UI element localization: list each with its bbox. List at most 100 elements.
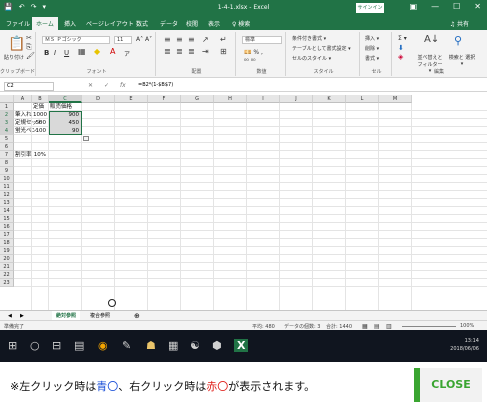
- minimize-icon[interactable]: —: [431, 2, 439, 11]
- cell-C1[interactable]: 販売価格: [50, 103, 81, 111]
- cell-A4[interactable]: 蛍光ペン: [15, 127, 37, 135]
- tab-page-layout[interactable]: ページレイアウト: [86, 19, 134, 28]
- format-cells-button[interactable]: 書式 ▾: [365, 55, 379, 62]
- app-icon-stamp[interactable]: ☗: [146, 339, 156, 352]
- phonetic-icon[interactable]: ア: [124, 49, 130, 58]
- maximize-icon[interactable]: ☐: [453, 2, 460, 11]
- row-header-8[interactable]: 8: [0, 159, 14, 167]
- cell-A7[interactable]: 割引率: [15, 151, 32, 159]
- autosum-button[interactable]: Σ ▾: [398, 35, 407, 42]
- cell-A3[interactable]: 定規セット: [15, 119, 43, 127]
- close-button[interactable]: CLOSE: [414, 368, 482, 402]
- row-header-5[interactable]: 5: [0, 135, 14, 143]
- column-header-C[interactable]: C: [49, 95, 82, 103]
- row-header-22[interactable]: 22: [0, 271, 14, 279]
- cell-A2[interactable]: 筆入れ: [15, 111, 32, 119]
- column-header-H[interactable]: H: [214, 95, 247, 103]
- formula-input[interactable]: =B2*(1-$B$7): [138, 82, 173, 89]
- decimal-buttons[interactable]: ⁰⁰ ⁰⁰: [244, 58, 256, 65]
- number-format-buttons[interactable]: 💴 % ,: [244, 49, 263, 56]
- bold-button[interactable]: B: [44, 49, 49, 57]
- copy-icon[interactable]: ⎘: [26, 43, 32, 52]
- column-header-A[interactable]: A: [14, 95, 32, 103]
- tab-review[interactable]: 校閲: [186, 19, 198, 28]
- row-header-3[interactable]: 3: [0, 119, 14, 127]
- tab-data[interactable]: データ: [160, 19, 178, 28]
- select-all-corner[interactable]: [0, 95, 14, 103]
- column-header-L[interactable]: L: [346, 95, 379, 103]
- row-header-18[interactable]: 18: [0, 239, 14, 247]
- row-header-20[interactable]: 20: [0, 255, 14, 263]
- column-header-B[interactable]: B: [32, 95, 49, 103]
- conditional-formatting-button[interactable]: 条件付き書式 ▾: [292, 35, 326, 42]
- clear-icon[interactable]: ◈: [398, 53, 403, 61]
- quick-analysis-icon[interactable]: [83, 136, 89, 141]
- view-page-layout-icon[interactable]: ▤: [374, 323, 380, 330]
- paste-icon[interactable]: 📋: [8, 36, 25, 52]
- align-middle-icon[interactable]: ≡: [176, 35, 183, 44]
- row-header-11[interactable]: 11: [0, 183, 14, 191]
- cell-styles-button[interactable]: セルのスタイル ▾: [292, 55, 331, 62]
- align-top-icon[interactable]: ≡: [164, 35, 171, 44]
- merge-center-icon[interactable]: ⊞: [220, 47, 227, 56]
- font-name-select[interactable]: ＭＳ Ｐゴシック: [42, 36, 110, 44]
- task-view-icon[interactable]: ⊟: [52, 339, 61, 352]
- row-header-21[interactable]: 21: [0, 263, 14, 271]
- cell-B4[interactable]: 100: [33, 127, 48, 135]
- cell-C2[interactable]: 900: [50, 111, 81, 119]
- column-header-F[interactable]: F: [148, 95, 181, 103]
- insert-function-icon[interactable]: fx: [120, 82, 126, 89]
- fill-icon[interactable]: ⬇: [398, 44, 404, 52]
- chrome-icon[interactable]: ◉: [98, 339, 108, 352]
- wrap-text-icon[interactable]: ↵: [220, 35, 227, 44]
- column-header-E[interactable]: E: [115, 95, 148, 103]
- format-as-table-button[interactable]: テーブルとして書式設定 ▾: [292, 45, 351, 52]
- align-center-icon[interactable]: ≣: [176, 47, 183, 56]
- cancel-icon[interactable]: ✕: [88, 82, 93, 89]
- cell-C3[interactable]: 450: [50, 119, 81, 127]
- tab-file[interactable]: ファイル: [6, 19, 30, 28]
- app-icon-symbol[interactable]: ☯: [190, 339, 200, 352]
- orientation-icon[interactable]: ↗: [202, 35, 209, 44]
- row-header-9[interactable]: 9: [0, 167, 14, 175]
- search-icon[interactable]: ○: [30, 339, 40, 352]
- cell-B2[interactable]: 1000: [33, 111, 48, 119]
- view-page-break-icon[interactable]: ▥: [386, 323, 392, 330]
- column-header-D[interactable]: D: [82, 95, 115, 103]
- row-header-16[interactable]: 16: [0, 223, 14, 231]
- column-header-G[interactable]: G: [181, 95, 214, 103]
- cell-B3[interactable]: 500: [33, 119, 48, 127]
- row-header-12[interactable]: 12: [0, 191, 14, 199]
- ribbon-display-icon[interactable]: ▣: [410, 2, 418, 11]
- excel-taskbar-icon[interactable]: X: [234, 339, 249, 352]
- number-format-select[interactable]: 標準: [242, 36, 282, 44]
- row-header-4[interactable]: 4: [0, 127, 14, 135]
- column-header-M[interactable]: M: [379, 95, 412, 103]
- insert-cells-button[interactable]: 挿入 ▾: [365, 35, 379, 42]
- column-header-I[interactable]: I: [247, 95, 280, 103]
- font-color-icon[interactable]: A: [110, 47, 115, 56]
- tab-formulas[interactable]: 数式: [136, 19, 148, 28]
- app-icon-pen[interactable]: ✎: [122, 339, 131, 352]
- indent-icon[interactable]: ⇥: [202, 47, 209, 56]
- font-size-select[interactable]: 11: [114, 36, 132, 44]
- tab-insert[interactable]: 挿入: [64, 19, 76, 28]
- row-header-7[interactable]: 7: [0, 151, 14, 159]
- format-painter-icon[interactable]: 🖌: [26, 52, 35, 60]
- delete-cells-button[interactable]: 削除 ▾: [365, 45, 379, 52]
- cell-B7[interactable]: 10%: [33, 151, 48, 159]
- row-header-23[interactable]: 23: [0, 279, 14, 287]
- signin-button[interactable]: サインイン: [356, 3, 384, 13]
- tab-view[interactable]: 表示: [208, 19, 220, 28]
- find-select-icon[interactable]: ⚲: [454, 34, 462, 47]
- font-grow-icon[interactable]: A˄ A˅: [136, 36, 152, 43]
- underline-button[interactable]: U: [64, 49, 69, 57]
- row-header-2[interactable]: 2: [0, 111, 14, 119]
- row-header-10[interactable]: 10: [0, 175, 14, 183]
- worksheet-grid[interactable]: A B C D E F G H I J K L M 1 2 3 4 5 6 7 8 9 10 11 12 13 14 15 16 17 18…: [0, 95, 487, 310]
- align-right-icon[interactable]: ≣: [188, 47, 195, 56]
- row-header-15[interactable]: 15: [0, 215, 14, 223]
- italic-button[interactable]: I: [54, 49, 56, 57]
- cut-icon[interactable]: ✂: [26, 34, 32, 42]
- explorer-icon[interactable]: ▤: [74, 339, 84, 352]
